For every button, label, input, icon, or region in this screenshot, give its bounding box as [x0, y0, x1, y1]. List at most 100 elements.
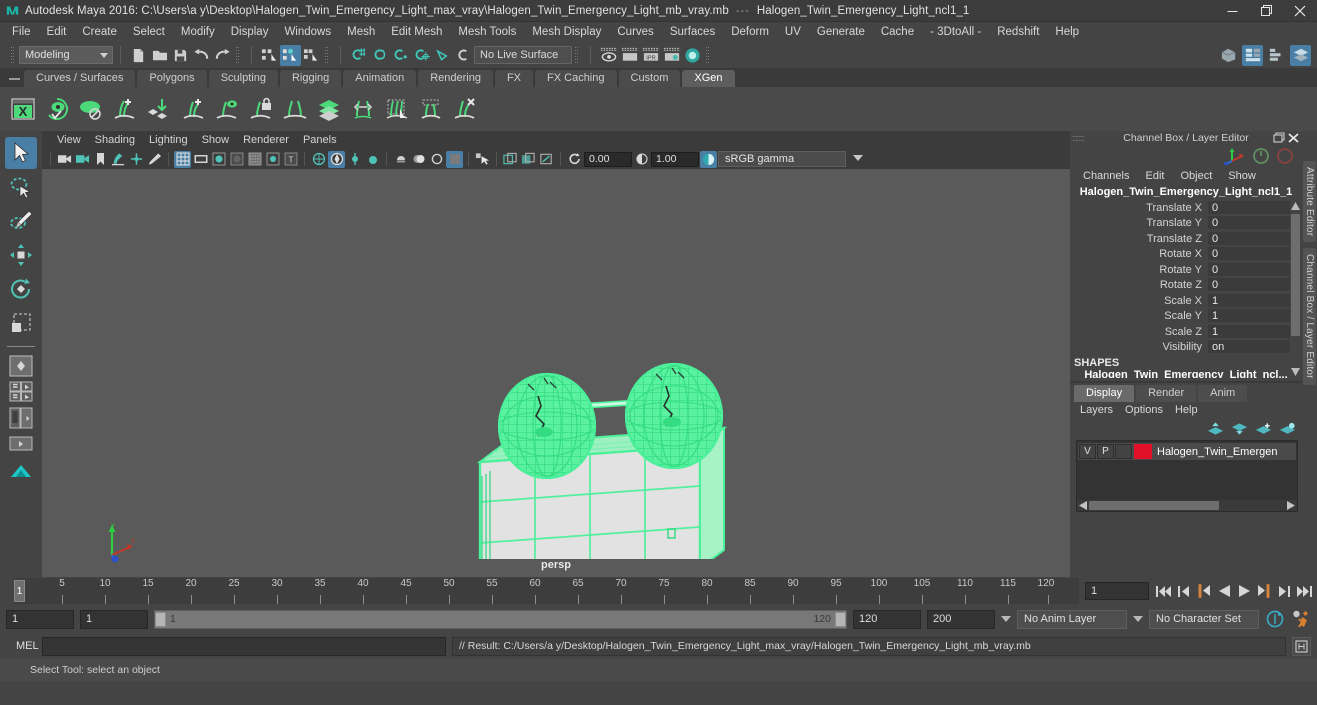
channel-box-scrollbar[interactable]: [1291, 200, 1300, 378]
channel-value[interactable]: 0: [1208, 200, 1290, 215]
select-object-button[interactable]: [280, 44, 301, 66]
channel-row-scale-x[interactable]: Scale X 1: [1070, 293, 1302, 309]
snap-grid-button[interactable]: [348, 45, 369, 66]
shelf-tab-curves-surfaces[interactable]: Curves / Surfaces: [24, 70, 136, 87]
close-button[interactable]: [1283, 0, 1317, 22]
play-backwards-button[interactable]: [1215, 582, 1233, 600]
shelf-tab-rigging[interactable]: Rigging: [279, 70, 342, 87]
panel-close-icon[interactable]: [1287, 132, 1300, 144]
channel-value[interactable]: 0: [1208, 262, 1290, 277]
xgen-create-primitive-icon[interactable]: [178, 94, 208, 124]
smooth-shading-button[interactable]: [228, 151, 245, 168]
multisample-button[interactable]: [502, 151, 519, 168]
mel-label[interactable]: MEL: [6, 640, 39, 652]
shelf-tab-rendering[interactable]: Rendering: [418, 70, 493, 87]
range-start-handle[interactable]: [155, 611, 166, 627]
ao-toggle-button[interactable]: [446, 150, 463, 168]
viewport-menu-lighting[interactable]: Lighting: [142, 131, 195, 149]
menu-create[interactable]: Create: [74, 22, 125, 42]
xray-joints-button[interactable]: [328, 150, 345, 168]
go-to-end-button[interactable]: [1295, 582, 1313, 600]
playback-end-time-field[interactable]: 120: [853, 609, 921, 629]
shelf-tab-animation[interactable]: Animation: [343, 70, 417, 87]
film-gate-button[interactable]: [192, 151, 209, 168]
bookmark-button[interactable]: [92, 151, 109, 168]
shelf-tab-fx-caching[interactable]: FX Caching: [535, 70, 617, 87]
color-management-toggle[interactable]: [700, 150, 717, 168]
layer-playback-toggle[interactable]: P: [1097, 444, 1114, 459]
menu-select[interactable]: Select: [125, 22, 173, 42]
xgen-preview-icon[interactable]: [42, 94, 72, 124]
xgen-add-description-icon[interactable]: [110, 94, 140, 124]
layer-list[interactable]: V P Halogen_Twin_Emergen: [1076, 440, 1298, 512]
panel-grip-left[interactable]: ::::::::: [1072, 133, 1085, 143]
scroll-right-arrow-icon[interactable]: [1287, 501, 1295, 510]
shelf-tab-polygons[interactable]: Polygons: [137, 70, 207, 87]
channel-row-translate-y[interactable]: Translate Y 0: [1070, 216, 1302, 232]
xgen-disable-preview-icon[interactable]: [76, 94, 106, 124]
select-component-button[interactable]: [301, 45, 322, 66]
gamma-field[interactable]: 1.00: [651, 151, 699, 167]
menu-mesh-display[interactable]: Mesh Display: [524, 22, 609, 42]
xgen-region-icon[interactable]: [416, 94, 446, 124]
step-back-frame-button[interactable]: [1195, 582, 1213, 600]
current-time-indicator[interactable]: 1: [14, 580, 25, 602]
range-end-handle[interactable]: [835, 611, 846, 627]
render-current-frame-button[interactable]: [598, 45, 619, 66]
layout-hypergraph-button[interactable]: [6, 458, 36, 482]
viewport-menu-show[interactable]: Show: [195, 131, 237, 149]
hypershade-button[interactable]: [682, 45, 703, 66]
layer-row[interactable]: V P Halogen_Twin_Emergen: [1078, 443, 1296, 460]
step-forward-keyframe-button[interactable]: [1275, 582, 1293, 600]
channel-value[interactable]: 1: [1208, 324, 1290, 339]
channel-value[interactable]: 0: [1208, 247, 1290, 262]
layer-move-down-icon[interactable]: [1231, 422, 1248, 436]
menu-deform[interactable]: Deform: [723, 22, 777, 42]
save-scene-button[interactable]: [170, 45, 191, 66]
sidebar-toggle-channel-box[interactable]: [1290, 44, 1311, 66]
wireframe-shading-button[interactable]: [210, 151, 227, 168]
scale-tool-button[interactable]: [5, 307, 37, 339]
layer-display-type-toggle[interactable]: [1115, 444, 1132, 459]
render-sequence-button[interactable]: [619, 45, 640, 66]
channelbox-menu-show[interactable]: Show: [1221, 167, 1263, 185]
viewport-menu-panels[interactable]: Panels: [296, 131, 344, 149]
xgen-guide-tools-icon[interactable]: [280, 94, 310, 124]
layer-color-swatch[interactable]: [1134, 444, 1152, 459]
go-to-start-button[interactable]: [1155, 582, 1173, 600]
channel-row-translate-x[interactable]: Translate X 0: [1070, 200, 1302, 216]
layer-tab-anim[interactable]: Anim: [1198, 385, 1248, 402]
channel-row-visibility[interactable]: Visibility on: [1070, 340, 1302, 356]
channel-value[interactable]: on: [1208, 340, 1290, 355]
undo-button[interactable]: [191, 45, 212, 66]
menu-uv[interactable]: UV: [777, 22, 809, 42]
xgen-preview-guide-icon[interactable]: [212, 94, 242, 124]
menu-windows[interactable]: Windows: [276, 22, 339, 42]
menu-modify[interactable]: Modify: [173, 22, 223, 42]
scroll-down-arrow-icon[interactable]: [1291, 368, 1300, 376]
snap-curve-button[interactable]: [369, 45, 390, 66]
move-tool-button[interactable]: [5, 239, 37, 271]
status-grip-5[interactable]: [705, 46, 710, 64]
status-grip-4[interactable]: [574, 46, 579, 64]
snap-projected-button[interactable]: [411, 45, 432, 66]
render-settings-button[interactable]: [661, 45, 682, 66]
layer-tab-display[interactable]: Display: [1074, 385, 1135, 402]
maximize-button[interactable]: [1249, 0, 1283, 22]
xgen-import-collection-icon[interactable]: [144, 94, 174, 124]
menu-edit[interactable]: Edit: [39, 22, 75, 42]
live-surface-field[interactable]: No Live Surface: [474, 46, 572, 64]
channel-box-attribute-list[interactable]: Translate X 0 Translate Y 0 Translate Z …: [1070, 200, 1302, 378]
status-grip-3[interactable]: [324, 46, 329, 64]
menu-surfaces[interactable]: Surfaces: [662, 22, 723, 42]
select-hierarchy-button[interactable]: [259, 45, 280, 66]
sidebar-toggle-tool-settings[interactable]: [1266, 45, 1287, 66]
layer-visibility-toggle[interactable]: V: [1079, 444, 1096, 459]
anim-layer-field[interactable]: No Anim Layer: [1017, 609, 1127, 629]
default-light-button[interactable]: [392, 151, 409, 168]
speed-toggle-icon[interactable]: [1252, 147, 1270, 165]
channel-value[interactable]: 0: [1208, 216, 1290, 231]
shelf-tab-menu-button[interactable]: [4, 70, 24, 87]
animation-start-time-field[interactable]: 1: [6, 609, 74, 629]
record-toggle-icon[interactable]: [1276, 147, 1294, 165]
